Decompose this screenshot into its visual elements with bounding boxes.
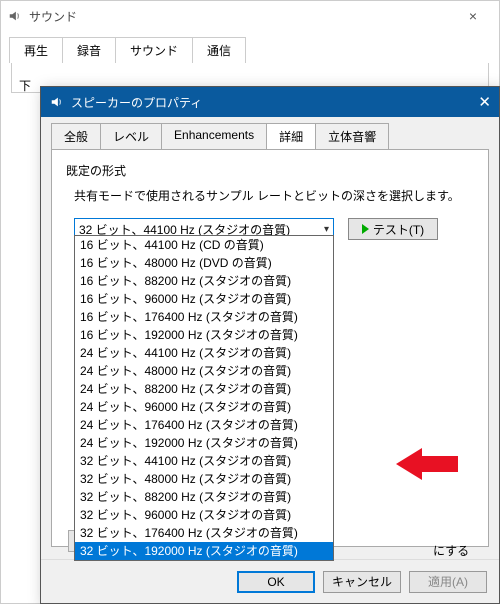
apply-button[interactable]: 適用(A)	[409, 571, 487, 593]
dropdown-item[interactable]: 24 ビット、176400 Hz (スタジオの音質)	[75, 416, 333, 434]
close-icon[interactable]: ×	[453, 8, 493, 24]
dropdown-item[interactable]: 32 ビット、48000 Hz (スタジオの音質)	[75, 470, 333, 488]
tab-communications[interactable]: 通信	[192, 37, 246, 63]
tab-sounds[interactable]: サウンド	[115, 37, 193, 63]
dropdown-item[interactable]: 24 ビット、88200 Hz (スタジオの音質)	[75, 380, 333, 398]
tab-recording[interactable]: 録音	[62, 37, 116, 63]
annotation-arrow-icon	[396, 444, 460, 484]
properties-titlebar[interactable]: スピーカーのプロパティ ✕	[41, 87, 499, 117]
speaker-icon	[49, 94, 65, 110]
sound-panel-text-fragment: 下	[19, 77, 31, 94]
dropdown-item[interactable]: 16 ビット、192000 Hz (スタジオの音質)	[75, 326, 333, 344]
dialog-button-row: OK キャンセル 適用(A)	[41, 559, 499, 603]
close-icon[interactable]: ✕	[445, 93, 491, 111]
dropdown-item[interactable]: 24 ビット、48000 Hz (スタジオの音質)	[75, 362, 333, 380]
dropdown-item[interactable]: 32 ビット、44100 Hz (スタジオの音質)	[75, 452, 333, 470]
sound-window-titlebar[interactable]: サウンド ×	[1, 1, 499, 31]
speaker-properties-dialog: スピーカーのプロパティ ✕ 全般 レベル Enhancements 詳細 立体音…	[40, 86, 500, 604]
ok-button[interactable]: OK	[237, 571, 315, 593]
properties-title: スピーカーのプロパティ	[71, 94, 445, 111]
tab-advanced[interactable]: 詳細	[266, 123, 316, 149]
tab-enhancements[interactable]: Enhancements	[161, 123, 267, 149]
dropdown-item[interactable]: 32 ビット、192000 Hz (スタジオの音質)	[75, 542, 333, 560]
dropdown-item[interactable]: 32 ビット、176400 Hz (スタジオの音質)	[75, 524, 333, 542]
chevron-down-icon: ▾	[324, 224, 329, 235]
dropdown-item[interactable]: 16 ビット、44100 Hz (CD の音質)	[75, 236, 333, 254]
dropdown-item[interactable]: 16 ビット、176400 Hz (スタジオの音質)	[75, 308, 333, 326]
test-button-label: テスト(T)	[373, 221, 424, 238]
default-format-description: 共有モードで使用されるサンプル レートとビットの深さを選択します。	[74, 187, 474, 204]
dropdown-item[interactable]: 24 ビット、192000 Hz (スタジオの音質)	[75, 434, 333, 452]
sample-rate-dropdown-list[interactable]: 16 ビット、44100 Hz (CD の音質)16 ビット、48000 Hz …	[74, 235, 334, 561]
properties-tabs: 全般 レベル Enhancements 詳細 立体音響	[41, 117, 499, 149]
tab-spatial[interactable]: 立体音響	[315, 123, 389, 149]
cancel-button[interactable]: キャンセル	[323, 571, 401, 593]
speaker-icon	[7, 8, 23, 24]
dropdown-item[interactable]: 16 ビット、48000 Hz (DVD の音質)	[75, 254, 333, 272]
dropdown-item[interactable]: 32 ビット、96000 Hz (スタジオの音質)	[75, 506, 333, 524]
default-format-group-title: 既定の形式	[66, 162, 474, 179]
tab-general[interactable]: 全般	[51, 123, 101, 149]
dropdown-item[interactable]: 24 ビット、96000 Hz (スタジオの音質)	[75, 398, 333, 416]
dropdown-item[interactable]: 16 ビット、96000 Hz (スタジオの音質)	[75, 290, 333, 308]
test-button[interactable]: テスト(T)	[348, 218, 438, 240]
play-icon	[362, 224, 369, 234]
tab-levels[interactable]: レベル	[100, 123, 162, 149]
advanced-tab-panel: 既定の形式 共有モードで使用されるサンプル レートとビットの深さを選択します。 …	[51, 149, 489, 547]
sound-window-title: サウンド	[29, 8, 453, 25]
dropdown-item[interactable]: 32 ビット、88200 Hz (スタジオの音質)	[75, 488, 333, 506]
dropdown-item[interactable]: 24 ビット、44100 Hz (スタジオの音質)	[75, 344, 333, 362]
tab-playback[interactable]: 再生	[9, 37, 63, 63]
dropdown-item[interactable]: 16 ビット、88200 Hz (スタジオの音質)	[75, 272, 333, 290]
exclusive-mode-text-fragment: にする	[433, 542, 493, 556]
